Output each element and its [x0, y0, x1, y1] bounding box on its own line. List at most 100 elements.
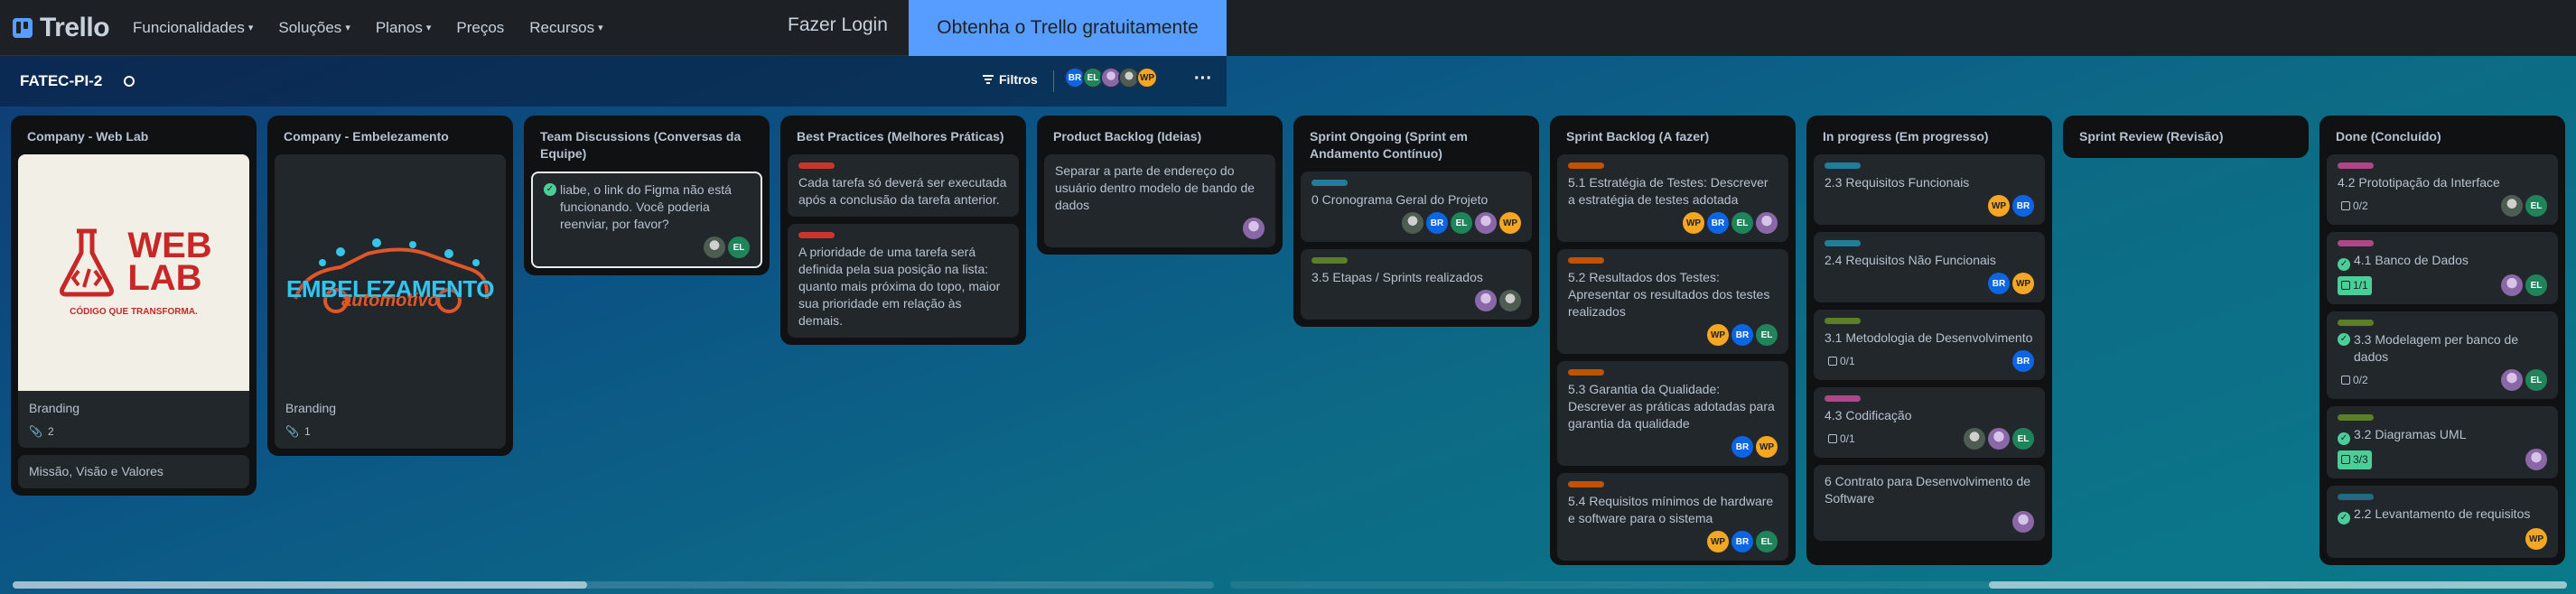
card-5-2[interactable]: 5.2 Resultados dos Testes: Apresentar os… — [1557, 249, 1788, 354]
member-avatar[interactable]: WP — [1707, 324, 1729, 346]
member-avatar[interactable]: BR — [1731, 324, 1753, 346]
card-branding[interactable]: WEB LAB CÓDIGO QUE TRANSFORMA. Branding … — [18, 154, 249, 448]
member-avatar[interactable] — [2501, 195, 2523, 217]
menu-precos[interactable]: Preços — [456, 19, 504, 37]
member-avatar[interactable]: WP — [1988, 195, 2010, 217]
member-avatar[interactable]: WP — [2012, 273, 2034, 294]
member-avatar[interactable]: EL — [1731, 212, 1753, 234]
member-avatar[interactable]: EL — [1756, 531, 1778, 552]
card-rule-1[interactable]: Cada tarefa só deverá ser executada após… — [788, 154, 1019, 217]
visibility-public-icon[interactable] — [124, 76, 135, 87]
label-teal[interactable] — [2338, 494, 2374, 500]
label-lime[interactable] — [2338, 414, 2374, 421]
member-avatar[interactable]: BR — [1988, 273, 2010, 294]
label-orange[interactable] — [1568, 257, 1604, 264]
member-avatar[interactable]: BR — [1426, 212, 1448, 234]
scrollbar-thumb[interactable] — [1989, 581, 2567, 589]
member-avatar[interactable]: EL — [1451, 212, 1472, 234]
label-magenta[interactable] — [2338, 240, 2374, 246]
member-avatar[interactable]: WP — [1707, 531, 1729, 552]
list-title[interactable]: In progress (Em progresso) — [1814, 123, 2045, 154]
label-lime[interactable] — [1311, 257, 1348, 264]
label-magenta[interactable] — [1825, 395, 1861, 402]
member-avatar[interactable]: BR — [1731, 531, 1753, 552]
label-teal[interactable] — [1825, 162, 1861, 169]
label-red[interactable] — [798, 162, 835, 169]
member-avatar[interactable]: WP — [1756, 436, 1778, 458]
label-teal[interactable] — [1825, 240, 1861, 246]
label-red[interactable] — [798, 232, 835, 238]
label-teal[interactable] — [1311, 180, 1348, 186]
list-title[interactable]: Company - Embelezamento — [275, 123, 506, 154]
label-orange[interactable] — [1568, 481, 1604, 487]
label-orange[interactable] — [1568, 162, 1604, 169]
menu-planos[interactable]: Planos ▾ — [376, 19, 432, 37]
member-avatar[interactable] — [1988, 428, 2010, 450]
complete-check-icon[interactable]: ✓ — [2338, 258, 2350, 271]
card-2-3[interactable]: 2.3 Requisitos Funcionais WP BR — [1814, 154, 2045, 225]
card-4-1[interactable]: ✓ 4.1 Banco de Dados 1/1 EL — [2327, 232, 2558, 304]
member-avatar[interactable]: WP — [1683, 212, 1704, 234]
member-avatar[interactable] — [1402, 212, 1423, 234]
get-trello-free-button[interactable]: Obtenha o Trello gratuitamente — [909, 0, 1227, 56]
member-avatar[interactable] — [2012, 511, 2034, 533]
card-6[interactable]: 6 Contrato para Desenvolvimento de Softw… — [1814, 465, 2045, 541]
member-avatar[interactable]: WP — [2525, 528, 2547, 550]
card-separar-endereco[interactable]: Separar a parte de endereço do usuário d… — [1044, 154, 1275, 247]
member-avatar[interactable] — [1964, 428, 1985, 450]
card-branding[interactable]: EMBELEZAMENTO automotivo Branding 📎 1 — [275, 154, 506, 449]
board-title[interactable]: FATEC-PI-2 — [20, 72, 102, 90]
trello-logo[interactable]: Trello — [13, 13, 110, 43]
member-avatar[interactable]: BR — [1707, 212, 1729, 234]
complete-check-icon[interactable]: ✓ — [544, 183, 556, 196]
card-3-2[interactable]: ✓ 3.2 Diagramas UML 3/3 — [2327, 406, 2558, 478]
label-magenta[interactable] — [2338, 162, 2374, 169]
menu-recursos[interactable]: Recursos ▾ — [529, 19, 602, 37]
card-rule-2[interactable]: A prioridade de uma tarefa será definida… — [788, 224, 1019, 338]
label-orange[interactable] — [1568, 369, 1604, 376]
list-title[interactable]: Team Discussions (Conversas da Equipe) — [531, 123, 762, 172]
member-avatar[interactable] — [1243, 218, 1265, 239]
filters-button[interactable]: Filtros — [983, 72, 1038, 87]
member-avatar[interactable]: BR — [1731, 436, 1753, 458]
list-title[interactable]: Product Backlog (Ideias) — [1044, 123, 1275, 154]
member-avatar[interactable]: WP — [1136, 67, 1158, 88]
member-avatar[interactable]: EL — [728, 237, 750, 258]
member-avatar[interactable] — [1475, 290, 1497, 311]
member-avatar[interactable]: EL — [1756, 324, 1778, 346]
menu-funcionalidades[interactable]: Funcionalidades ▾ — [133, 19, 253, 37]
list-title[interactable]: Sprint Backlog (A fazer) — [1557, 123, 1788, 154]
more-options-icon[interactable]: ··· — [1194, 69, 1212, 89]
card-figma-link[interactable]: ✓ liabe, o link do Figma não está funcio… — [531, 172, 762, 268]
card-3-1[interactable]: 3.1 Metodologia de Desenvolvimento 0/1 B… — [1814, 310, 2045, 380]
member-avatar[interactable] — [704, 237, 725, 258]
complete-check-icon[interactable]: ✓ — [2338, 512, 2350, 524]
complete-check-icon[interactable]: ✓ — [2338, 333, 2350, 346]
login-link[interactable]: Fazer Login — [788, 14, 888, 36]
list-title[interactable]: Company - Web Lab — [18, 123, 249, 154]
list-title[interactable]: Sprint Ongoing (Sprint em Andamento Cont… — [1301, 123, 1532, 172]
member-avatar[interactable]: WP — [1499, 212, 1521, 234]
horizontal-scrollbar[interactable] — [13, 581, 1214, 589]
card-etapas-sprints[interactable]: 3.5 Etapas / Sprints realizados — [1301, 249, 1532, 320]
member-avatar[interactable] — [2501, 369, 2523, 391]
member-avatar[interactable]: EL — [2012, 428, 2034, 450]
member-avatar[interactable] — [2525, 449, 2547, 470]
card-4-2[interactable]: 4.2 Prototipação da Interface 0/2 EL — [2327, 154, 2558, 225]
member-avatar[interactable]: EL — [2525, 195, 2547, 217]
member-avatar[interactable]: BR — [2012, 350, 2034, 372]
card-5-4[interactable]: 5.4 Requisitos mínimos de hardware e sof… — [1557, 473, 1788, 561]
card-2-4[interactable]: 2.4 Requisitos Não Funcionais BR WP — [1814, 232, 2045, 302]
member-avatar[interactable] — [2501, 274, 2523, 296]
label-lime[interactable] — [1825, 318, 1861, 324]
member-avatar[interactable] — [1499, 290, 1521, 311]
card-3-3[interactable]: ✓ 3.3 Modelagem per banco de dados 0/2 EL — [2327, 311, 2558, 399]
horizontal-scrollbar[interactable] — [1230, 581, 2567, 589]
card-cronograma[interactable]: 0 Cronograma Geral do Projeto BR EL WP — [1301, 172, 1532, 242]
complete-check-icon[interactable]: ✓ — [2338, 432, 2350, 445]
list-title[interactable]: Sprint Review (Revisão) — [2070, 123, 2301, 151]
list-title[interactable]: Done (Concluído) — [2327, 123, 2558, 154]
list-title[interactable]: Best Practices (Melhores Práticas) — [788, 123, 1019, 154]
menu-solucoes[interactable]: Soluções ▾ — [278, 19, 350, 37]
card-missao-visao-valores[interactable]: Missão, Visão e Valores — [18, 455, 249, 488]
